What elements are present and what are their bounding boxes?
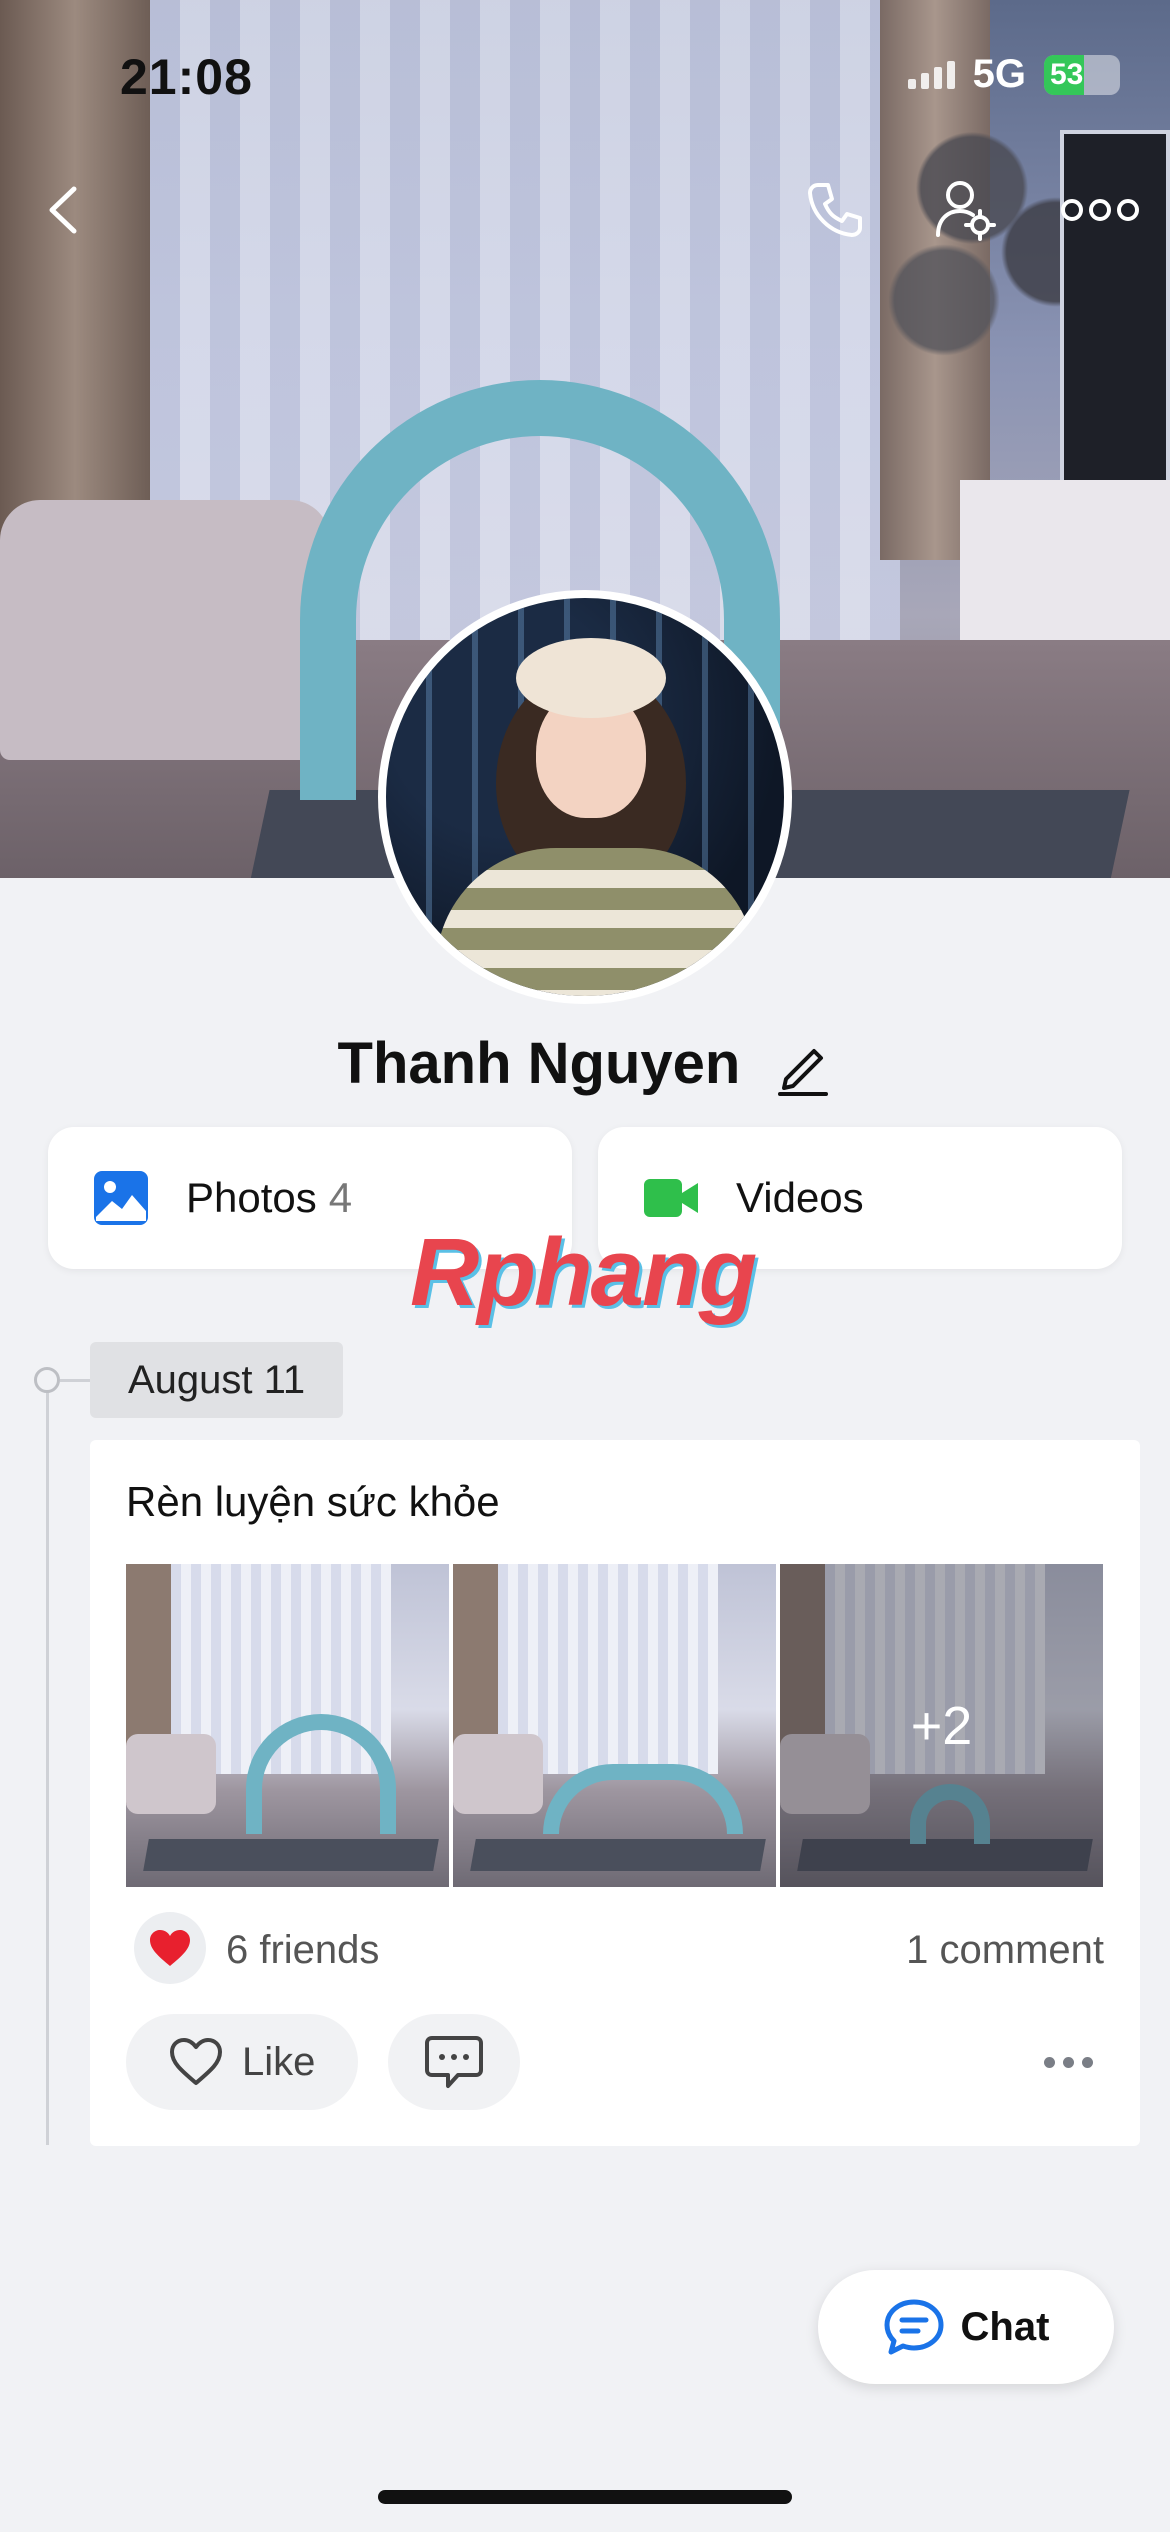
status-indicators: 5G 53 bbox=[907, 52, 1120, 97]
post-photo-1[interactable] bbox=[126, 1564, 449, 1887]
more-photos-count: +2 bbox=[910, 1695, 973, 1756]
status-time: 21:08 bbox=[120, 49, 253, 105]
comment-icon bbox=[425, 2036, 483, 2088]
back-icon[interactable] bbox=[30, 175, 100, 245]
comment-count[interactable]: 1 comment bbox=[906, 1928, 1104, 1973]
post-more-icon[interactable] bbox=[1044, 2048, 1104, 2076]
reaction-count[interactable]: 6 friends bbox=[226, 1928, 379, 1973]
call-icon[interactable] bbox=[800, 175, 870, 245]
reaction-heart-icon[interactable] bbox=[134, 1912, 206, 1984]
post-photos: +2 bbox=[126, 1564, 1103, 1887]
battery-icon: 53 bbox=[1044, 54, 1120, 95]
battery-level: 53 bbox=[1050, 57, 1084, 91]
profile-name: Thanh Nguyen bbox=[337, 1031, 741, 1096]
chat-icon bbox=[884, 2299, 944, 2355]
signal-icon bbox=[907, 60, 955, 89]
watermark-logo: Rphang bbox=[410, 1219, 757, 1326]
timeline-line bbox=[46, 1380, 49, 2145]
date-chip: August 11 bbox=[90, 1342, 344, 1418]
post-card[interactable]: Rèn luyện sức khỏe +2 6 friends 1 commen… bbox=[90, 1440, 1140, 2146]
timeline-dot bbox=[34, 1367, 60, 1393]
home-indicator[interactable] bbox=[378, 2490, 792, 2504]
avatar[interactable] bbox=[378, 590, 792, 1004]
more-icon[interactable] bbox=[1050, 175, 1150, 245]
photos-count: 4 bbox=[328, 1174, 353, 1221]
chat-button[interactable]: Chat bbox=[818, 2270, 1114, 2384]
post-photo-3[interactable]: +2 bbox=[780, 1564, 1103, 1887]
timeline-connector bbox=[60, 1379, 90, 1382]
post-photo-2[interactable] bbox=[453, 1564, 776, 1887]
profile-settings-icon[interactable] bbox=[930, 175, 1000, 245]
like-label: Like bbox=[242, 2039, 316, 2084]
heart-icon bbox=[150, 1930, 190, 1966]
like-button[interactable]: Like bbox=[126, 2014, 358, 2110]
post-text: Rèn luyện sức khỏe bbox=[126, 1478, 500, 1525]
photos-icon bbox=[94, 1171, 148, 1225]
network-label: 5G bbox=[972, 52, 1026, 96]
comment-button[interactable] bbox=[388, 2014, 520, 2110]
edit-name-icon[interactable] bbox=[774, 1039, 832, 1097]
like-heart-icon bbox=[170, 2038, 222, 2085]
chat-label: Chat bbox=[960, 2304, 1050, 2349]
videos-label: Videos bbox=[736, 1174, 864, 1221]
profile-name-row: Thanh Nguyen bbox=[0, 1030, 1170, 1097]
photos-label: Photos bbox=[186, 1174, 317, 1221]
